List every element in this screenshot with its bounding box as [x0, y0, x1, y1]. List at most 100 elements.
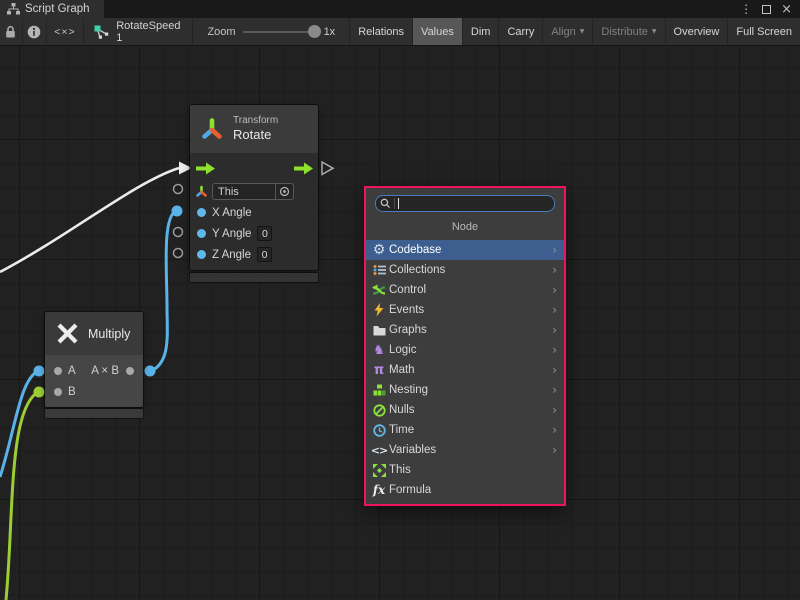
chevron-right-icon: ›: [552, 323, 557, 337]
chevron-right-icon: ›: [552, 363, 557, 377]
port-value-field[interactable]: 0: [257, 226, 272, 241]
zangle-port-empty[interactable]: [174, 249, 183, 258]
maximize-icon[interactable]: [762, 5, 771, 14]
code-preview-button[interactable]: <×>: [47, 18, 85, 45]
multiply-icon: [55, 321, 80, 346]
toolbar-button-full-screen[interactable]: Full Screen: [727, 18, 800, 45]
tab-script-graph[interactable]: Script Graph: [0, 0, 104, 18]
toolbar-button-overview[interactable]: Overview: [665, 18, 728, 45]
toolbar-button-values[interactable]: Values: [412, 18, 462, 45]
list-item-label: Graphs: [389, 324, 552, 336]
list-item-logic[interactable]: ♞Logic›: [366, 340, 564, 360]
null-icon: [371, 404, 387, 417]
input-a-label: A: [68, 365, 76, 377]
list-item-collections[interactable]: Collections›: [366, 260, 564, 280]
chevron-right-icon: ›: [552, 383, 557, 397]
toolbar-button-label: Dim: [471, 26, 491, 38]
breadcrumb[interactable]: RotateSpeed 1: [84, 18, 193, 45]
toolbar-button-distribute[interactable]: Distribute▼: [592, 18, 664, 45]
port-row-x-angle: X Angle: [190, 202, 318, 223]
graph-canvas[interactable]: Transform Rotate: [0, 46, 800, 600]
flow-out-port-empty[interactable]: [322, 162, 333, 175]
chevron-right-icon: ›: [552, 303, 557, 317]
toolbar-button-carry[interactable]: Carry: [498, 18, 542, 45]
xangle-port-connected[interactable]: [172, 206, 183, 217]
node-multiply[interactable]: Multiply A A × B B: [45, 312, 143, 418]
list-item-codebase[interactable]: ⚙Codebase›: [366, 240, 564, 260]
search-input[interactable]: [375, 195, 555, 212]
node-transform-rotate[interactable]: Transform Rotate: [190, 105, 318, 282]
value-port[interactable]: [197, 208, 206, 217]
port-value-field[interactable]: 0: [257, 247, 272, 262]
port-row-z-angle: Z Angle 0: [190, 244, 318, 265]
output-port[interactable]: [126, 367, 134, 375]
yangle-port-empty[interactable]: [174, 228, 183, 237]
zoom-value: 1x: [324, 26, 336, 38]
port-label: Z Angle: [212, 249, 251, 261]
port-label: Y Angle: [212, 228, 251, 240]
list-item-time[interactable]: Time›: [366, 420, 564, 440]
list-item-formula[interactable]: fxFormula: [366, 480, 564, 500]
wire-into-multiply-b[interactable]: [6, 392, 38, 600]
multiply-a-port-connected[interactable]: [34, 366, 45, 377]
list-item-label: Collections: [389, 264, 552, 276]
lightning-icon: [371, 303, 387, 317]
list-item-label: Variables: [389, 444, 552, 456]
chevron-right-icon: ›: [552, 443, 557, 457]
input-b-port[interactable]: [54, 388, 62, 396]
zoom-slider[interactable]: [243, 31, 317, 33]
window-controls: ⋮ ×: [740, 0, 800, 18]
node-category-list: ⚙Codebase›Collections›Control›Events›Gra…: [366, 240, 564, 504]
toolbar-button-align[interactable]: Align▼: [542, 18, 592, 45]
list-item-this[interactable]: This: [366, 460, 564, 480]
input-a-port[interactable]: [54, 367, 62, 375]
this-object-field[interactable]: This: [212, 183, 294, 200]
value-port[interactable]: [197, 250, 206, 259]
list-item-label: Nesting: [389, 384, 552, 396]
lock-button[interactable]: [0, 18, 23, 45]
list-item-math[interactable]: πMath›: [366, 360, 564, 380]
menu-dots-icon[interactable]: ⋮: [740, 2, 752, 16]
fx-icon: fx: [371, 483, 387, 497]
this-port-empty[interactable]: [174, 185, 183, 194]
node-category: Transform: [233, 115, 278, 128]
value-port[interactable]: [197, 229, 206, 238]
node-title: Rotate: [233, 127, 278, 143]
toolbar-button-dim[interactable]: Dim: [462, 18, 499, 45]
chevron-right-icon: ›: [552, 343, 557, 357]
list-item-label: Nulls: [389, 404, 552, 416]
info-button[interactable]: [23, 18, 47, 45]
close-icon[interactable]: ×: [781, 2, 792, 17]
list-item-control[interactable]: Control›: [366, 280, 564, 300]
gizmo-icon-small: [195, 185, 208, 198]
list-item-events[interactable]: Events›: [366, 300, 564, 320]
breadcrumb-label: RotateSpeed 1: [116, 20, 180, 44]
brackets-icon: <>: [371, 445, 387, 456]
multiply-output-port-connected[interactable]: [145, 366, 156, 377]
list-item-variables[interactable]: <>Variables›: [366, 440, 564, 460]
wire-into-multiply-a[interactable]: [0, 371, 38, 477]
list-item-label: Time: [389, 424, 552, 436]
toolbar-button-relations[interactable]: Relations: [349, 18, 412, 45]
zoom-label: Zoom: [207, 26, 235, 38]
list-item-label: Math: [389, 364, 552, 376]
flow-out-arrow-icon[interactable]: [294, 162, 313, 175]
zoom-slider-handle[interactable]: [308, 25, 321, 38]
script-graph-asset-icon: [94, 25, 110, 39]
multiply-b-port-connected[interactable]: [34, 387, 45, 398]
knight-icon: ♞: [371, 344, 387, 357]
clock-icon: [371, 424, 387, 437]
wire-flow-in[interactable]: [0, 168, 179, 272]
toolbar-buttons: RelationsValues Dim CarryAlign▼Distribute▼…: [349, 18, 800, 45]
chevron-right-icon: ›: [552, 243, 557, 257]
list-item-label: Codebase: [389, 244, 552, 256]
list-item-nulls[interactable]: Nulls›: [366, 400, 564, 420]
object-picker-icon[interactable]: [275, 184, 293, 199]
list-item-nesting[interactable]: Nesting›: [366, 380, 564, 400]
chevron-right-icon: ›: [552, 263, 557, 277]
wire-multiply-to-xangle[interactable]: [151, 211, 176, 371]
flow-in-arrow-icon[interactable]: [196, 162, 215, 175]
pi-icon: π: [371, 364, 387, 377]
list-item-graphs[interactable]: Graphs›: [366, 320, 564, 340]
branch-icon: [371, 284, 387, 297]
